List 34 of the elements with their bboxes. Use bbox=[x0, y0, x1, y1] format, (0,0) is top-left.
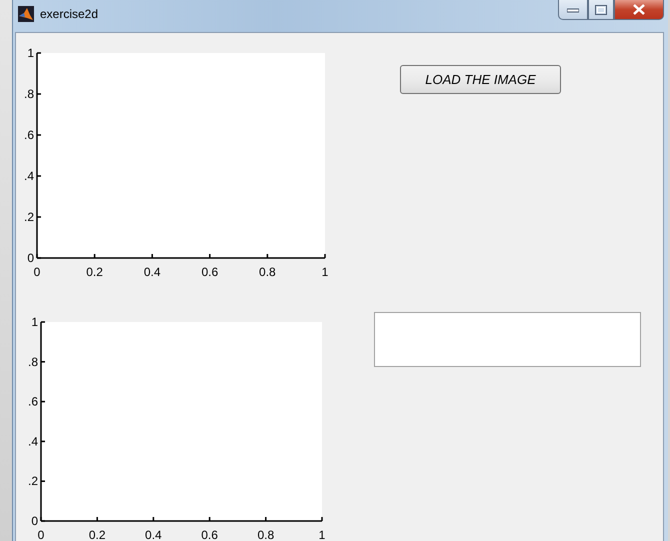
maximize-button[interactable] bbox=[588, 0, 614, 20]
tick-label: 0.8 bbox=[257, 528, 274, 541]
tick-label: .2 bbox=[28, 474, 38, 488]
tick-label: 0.8 bbox=[259, 265, 276, 279]
tick-label: .6 bbox=[28, 394, 38, 409]
tick-label: 1 bbox=[322, 265, 328, 279]
tick-label: 0.4 bbox=[144, 265, 161, 279]
tick-label: 0.6 bbox=[201, 528, 218, 541]
tick-label: 1 bbox=[31, 315, 38, 329]
tick-label: .8 bbox=[24, 87, 34, 101]
tick-label: 0.6 bbox=[201, 265, 218, 279]
load-image-button[interactable]: LOAD THE IMAGE bbox=[400, 65, 561, 94]
maximize-icon bbox=[595, 4, 607, 14]
close-icon bbox=[633, 4, 645, 15]
tick-label: .4 bbox=[24, 169, 34, 183]
text-field[interactable] bbox=[374, 312, 641, 367]
app-logo-icon bbox=[18, 6, 34, 22]
tick-label: 0 bbox=[34, 265, 40, 279]
tick-label: 1 bbox=[27, 46, 34, 60]
tick-label: 0.4 bbox=[145, 528, 162, 541]
tick-label: .2 bbox=[24, 210, 34, 224]
tick-label: 0.2 bbox=[88, 528, 106, 541]
tick-label: 0 bbox=[31, 514, 38, 528]
minimize-button[interactable] bbox=[558, 0, 588, 20]
window-title: exercise2d bbox=[40, 7, 98, 21]
tick-label: 0 bbox=[38, 528, 44, 541]
tick-label: 0 bbox=[27, 251, 34, 265]
close-button[interactable] bbox=[614, 0, 664, 20]
minimize-icon bbox=[567, 6, 579, 12]
tick-label: .6 bbox=[24, 128, 34, 142]
tick-label: .8 bbox=[28, 354, 38, 369]
tick-label: 1 bbox=[318, 528, 326, 541]
tick-label: .4 bbox=[28, 434, 38, 448]
tick-label: 0.2 bbox=[86, 265, 103, 279]
